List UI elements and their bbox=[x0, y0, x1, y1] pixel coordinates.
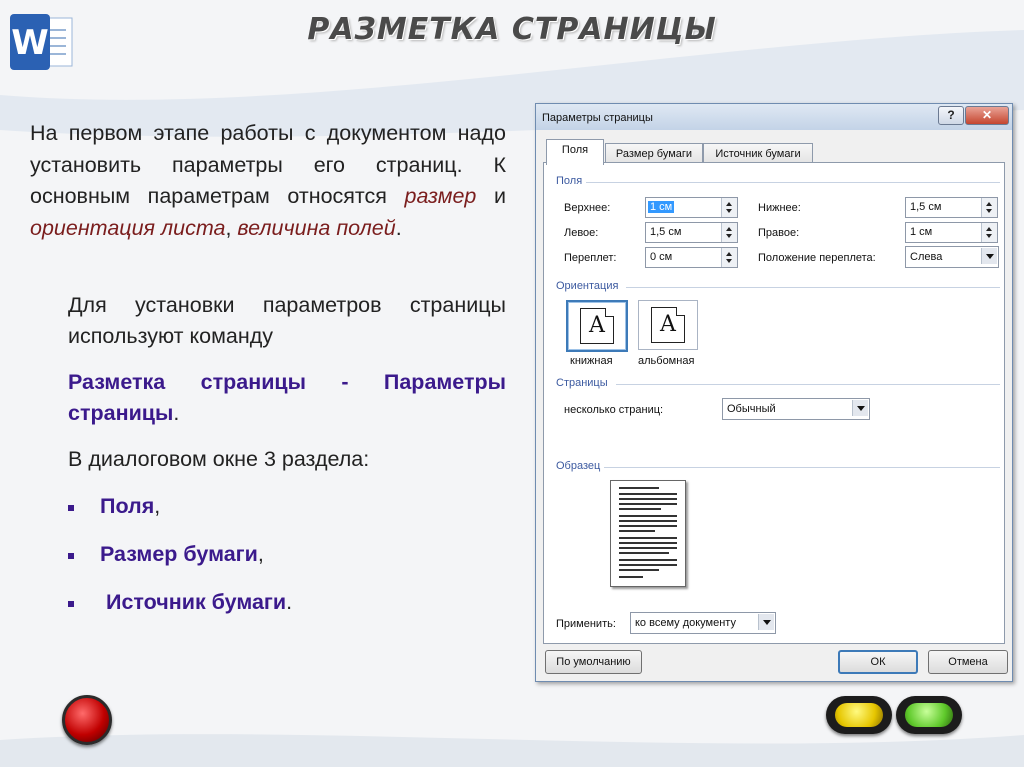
list-item-punct: , bbox=[257, 542, 264, 566]
spinner-arrows[interactable] bbox=[981, 223, 997, 242]
emphasis-size: размер bbox=[404, 184, 477, 208]
sections-heading: В диалоговом окне 3 раздела: bbox=[68, 447, 370, 471]
slide-title: РАЗМЕТКА СТРАНИЦЫ bbox=[307, 12, 717, 47]
list-item-text: Поля bbox=[100, 494, 155, 518]
spinner-arrows[interactable] bbox=[721, 223, 737, 242]
tab-panel: Поля Верхнее: 1 см Нижнее: 1,5 см Левое:… bbox=[543, 162, 1005, 644]
list-item-text: Размер бумаги bbox=[100, 542, 258, 566]
right-margin-spinner[interactable]: 1 см bbox=[905, 222, 998, 243]
gutter-value: 0 см bbox=[650, 251, 673, 263]
command-intro-paragraph: Для установки параметров страницы исполь… bbox=[68, 293, 506, 348]
down-arrow-icon bbox=[726, 259, 732, 263]
emphasis-orientation: ориентация листа bbox=[30, 215, 226, 240]
command-period: . bbox=[173, 401, 180, 425]
orientation-landscape-button[interactable]: A bbox=[638, 300, 698, 350]
multiple-pages-value: Обычный bbox=[727, 403, 776, 415]
group-divider bbox=[586, 182, 1000, 183]
separator: , bbox=[225, 215, 238, 240]
multiple-pages-label: несколько страниц: bbox=[564, 404, 664, 416]
cancel-button[interactable]: Отмена bbox=[928, 650, 1008, 674]
gutter-spinner[interactable]: 0 см bbox=[645, 247, 738, 268]
bottom-margin-value: 1,5 см bbox=[910, 201, 942, 213]
group-label-orientation: Ориентация bbox=[556, 280, 619, 292]
list-item-punct: , bbox=[154, 494, 161, 518]
multiple-pages-select[interactable]: Обычный bbox=[722, 398, 870, 420]
intro-paragraph: На первом этапе работы с документом надо… bbox=[30, 118, 506, 244]
yellow-nav-button[interactable] bbox=[826, 696, 892, 734]
down-arrow-icon bbox=[726, 209, 732, 213]
command-paragraph: Разметка страницы - Параметры страницы. bbox=[68, 367, 506, 429]
right-margin-value: 1 см bbox=[910, 226, 933, 238]
group-label-preview: Образец bbox=[556, 460, 601, 472]
red-nav-button[interactable] bbox=[62, 695, 112, 745]
group-divider bbox=[616, 384, 1000, 385]
gutter-position-label: Положение переплета: bbox=[758, 252, 876, 264]
bottom-margin-label: Нижнее: bbox=[758, 202, 801, 214]
spinner-arrows[interactable] bbox=[981, 198, 997, 217]
portrait-page-icon: A bbox=[580, 308, 614, 344]
bullet-icon bbox=[68, 601, 74, 607]
portrait-label: книжная bbox=[570, 355, 613, 367]
group-divider bbox=[604, 467, 1000, 468]
left-margin-label: Левое: bbox=[564, 227, 599, 239]
bullet-icon bbox=[68, 553, 74, 559]
top-margin-spinner[interactable]: 1 см bbox=[645, 197, 738, 218]
apply-to-select[interactable]: ко всему документу bbox=[630, 612, 776, 634]
bullet-icon bbox=[68, 505, 74, 511]
orientation-portrait-button[interactable]: A bbox=[566, 300, 628, 352]
top-margin-label: Верхнее: bbox=[564, 202, 611, 214]
list-item-text: Источник бумаги bbox=[106, 590, 287, 614]
left-margin-spinner[interactable]: 1,5 см bbox=[645, 222, 738, 243]
apply-label: Применить: bbox=[556, 618, 616, 630]
apply-to-value: ко всему документу bbox=[635, 617, 736, 629]
dialog-title: Параметры страницы bbox=[542, 112, 653, 124]
landscape-label: альбомная bbox=[638, 355, 695, 367]
tab-margins[interactable]: Поля bbox=[546, 139, 604, 165]
up-arrow-icon bbox=[986, 202, 992, 206]
page-preview bbox=[610, 480, 686, 587]
up-arrow-icon bbox=[726, 252, 732, 256]
list-item-punct: . bbox=[286, 590, 293, 614]
default-button[interactable]: По умолчанию bbox=[545, 650, 642, 674]
down-arrow-icon bbox=[986, 209, 992, 213]
up-arrow-icon bbox=[726, 202, 732, 206]
down-arrow-icon bbox=[726, 234, 732, 238]
conjunction: и bbox=[476, 184, 507, 208]
landscape-page-icon: A bbox=[651, 307, 685, 343]
gutter-position-value: Слева bbox=[910, 251, 943, 263]
gutter-label: Переплет: bbox=[564, 252, 617, 264]
spinner-arrows[interactable] bbox=[721, 248, 737, 267]
command-text: Разметка страницы - Параметры страницы bbox=[68, 370, 506, 425]
gutter-position-select[interactable]: Слева bbox=[905, 246, 999, 268]
bottom-margin-spinner[interactable]: 1,5 см bbox=[905, 197, 998, 218]
chevron-down-icon[interactable] bbox=[981, 248, 997, 264]
up-arrow-icon bbox=[986, 227, 992, 231]
up-arrow-icon bbox=[726, 227, 732, 231]
group-label-pages: Страницы bbox=[556, 377, 608, 389]
chevron-down-icon[interactable] bbox=[852, 400, 868, 416]
group-label-margins: Поля bbox=[556, 175, 583, 187]
ok-button[interactable]: ОК bbox=[838, 650, 918, 674]
close-button[interactable]: ✕ bbox=[965, 106, 1009, 125]
tab-paper-size[interactable]: Размер бумаги bbox=[605, 143, 703, 164]
page-setup-dialog: Параметры страницы ? ✕ Поля Размер бумаг… bbox=[535, 103, 1013, 682]
top-margin-value: 1 см bbox=[648, 201, 675, 213]
dialog-titlebar[interactable]: Параметры страницы ? ✕ bbox=[536, 104, 1012, 130]
chevron-down-icon[interactable] bbox=[758, 614, 774, 630]
spinner-arrows[interactable] bbox=[721, 198, 737, 217]
green-nav-button[interactable] bbox=[896, 696, 962, 734]
emphasis-margins: величина полей bbox=[237, 215, 396, 240]
tab-paper-source[interactable]: Источник бумаги bbox=[703, 143, 813, 164]
period: . bbox=[395, 215, 402, 240]
left-margin-value: 1,5 см bbox=[650, 226, 682, 238]
down-arrow-icon bbox=[986, 234, 992, 238]
help-button[interactable]: ? bbox=[938, 106, 964, 125]
group-divider bbox=[626, 287, 1000, 288]
right-margin-label: Правое: bbox=[758, 227, 800, 239]
